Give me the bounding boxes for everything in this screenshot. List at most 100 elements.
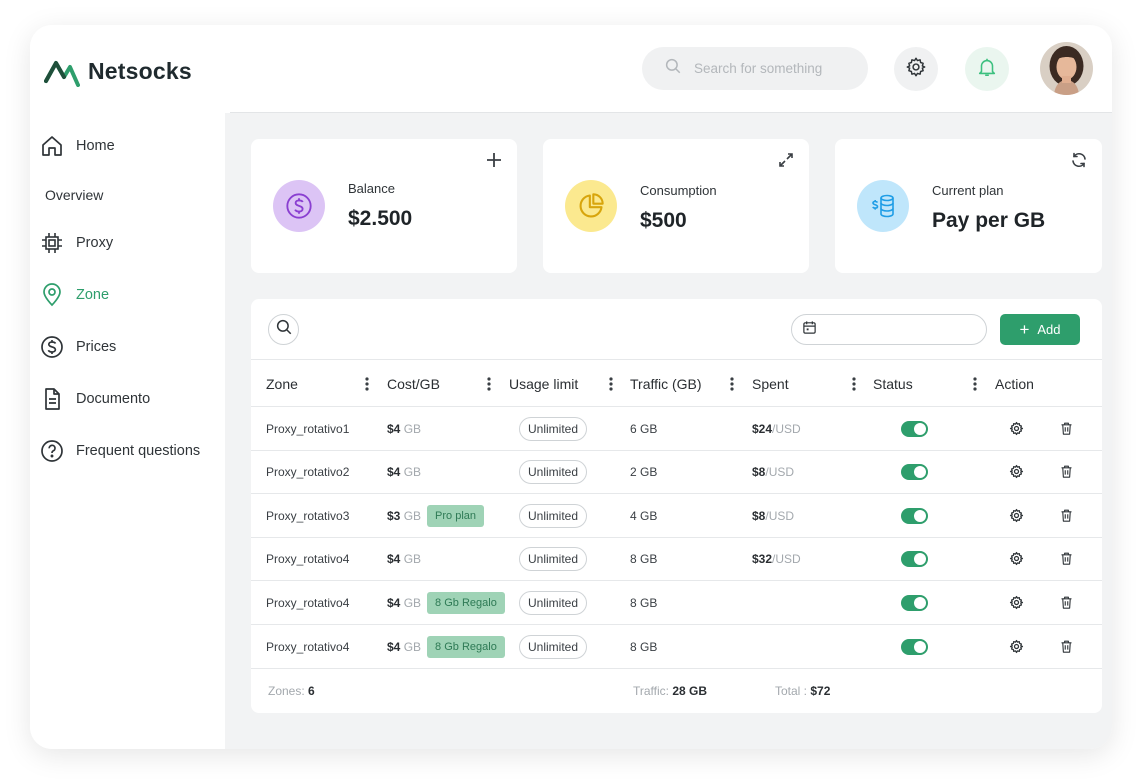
column-header-zone[interactable]: Zone xyxy=(266,360,298,407)
plan-value: Pay per GB xyxy=(932,209,1046,232)
zones-table-panel: + Add Zone Cost/GB Usage limit Traffic (… xyxy=(251,299,1102,713)
zones-count-value: 6 xyxy=(308,683,315,698)
consumption-card: Consumption $500 xyxy=(543,139,809,273)
cost-value: $4 xyxy=(387,551,401,566)
sidebar-item-faq[interactable]: Frequent questions xyxy=(40,439,200,463)
add-zone-button[interactable]: + Add xyxy=(1000,314,1080,345)
usage-limit-cell: Unlimited xyxy=(519,494,588,537)
trash-icon[interactable] xyxy=(1057,463,1075,481)
dollar-circle-icon xyxy=(40,335,64,359)
sidebar-item-label: Zone xyxy=(76,287,110,303)
sidebar-item-label: Frequent questions xyxy=(76,443,201,459)
cost-value: $4 xyxy=(387,464,401,479)
status-toggle[interactable] xyxy=(901,507,928,524)
question-circle-icon xyxy=(40,439,64,463)
table-row[interactable]: Proxy_rotativo3 $3 GB Pro plan Unlimited 4 G… xyxy=(251,494,1102,538)
spent-value: $32 xyxy=(752,551,773,566)
spent-unit: /USD xyxy=(772,421,801,436)
sidebar-item-proxy[interactable]: Proxy xyxy=(40,231,113,255)
status-toggle[interactable] xyxy=(901,463,928,480)
sidebar-item-label: Proxy xyxy=(76,235,114,251)
usage-limit-pill: Unlimited xyxy=(519,634,588,659)
spent-value: $8 xyxy=(752,464,766,479)
usage-limit-cell: Unlimited xyxy=(519,450,588,493)
sidebar-item-prices[interactable]: Prices xyxy=(40,335,116,359)
zones-count: Zones: 6 xyxy=(268,669,315,712)
status-toggle[interactable] xyxy=(901,550,928,567)
search-input[interactable] xyxy=(694,61,854,76)
traffic-value: 8 GB xyxy=(630,551,658,566)
avatar[interactable] xyxy=(1040,42,1093,95)
trash-icon[interactable] xyxy=(1057,550,1075,568)
add-balance-button[interactable] xyxy=(483,151,505,173)
trash-icon[interactable] xyxy=(1057,594,1075,612)
table-row[interactable]: Proxy_rotativo4 $4 GB 8 Gb Regalo Unlimited… xyxy=(251,625,1102,669)
refresh-button[interactable] xyxy=(1068,151,1090,173)
plan-tag: 8 Gb Regalo xyxy=(427,591,505,614)
expand-button[interactable] xyxy=(775,151,797,173)
column-menu-icon[interactable] xyxy=(486,360,492,407)
table-row[interactable]: Proxy_rotativo1 $4 GB Unlimited 6 GB $24/USD xyxy=(251,407,1102,451)
column-menu-icon[interactable] xyxy=(608,360,614,407)
traffic-value: 8 GB xyxy=(630,639,658,654)
table-search-button[interactable] xyxy=(268,314,299,345)
coins-stack-icon xyxy=(857,180,909,232)
status-toggle[interactable] xyxy=(901,594,928,611)
pie-chart-icon xyxy=(565,180,617,232)
column-header-traffic[interactable]: Traffic (GB) xyxy=(630,360,702,407)
column-header-action[interactable]: Action xyxy=(995,360,1034,407)
zone-name: Proxy_rotativo2 xyxy=(266,464,350,479)
column-header-cost[interactable]: Cost/GB xyxy=(387,360,440,407)
status-toggle[interactable] xyxy=(901,420,928,437)
trash-icon[interactable] xyxy=(1057,420,1075,438)
search-bar[interactable] xyxy=(642,47,868,90)
column-header-spent[interactable]: Spent xyxy=(752,360,789,407)
action-cell xyxy=(1007,537,1025,580)
sidebar-item-zone[interactable]: Zone xyxy=(40,283,109,307)
column-menu-icon[interactable] xyxy=(364,360,370,407)
traffic-value: 8 GB xyxy=(630,595,658,610)
traffic-total-label: Traffic: xyxy=(633,683,670,698)
calendar-icon xyxy=(802,320,817,340)
gear-icon[interactable] xyxy=(1007,594,1025,612)
plus-icon xyxy=(485,151,503,174)
column-menu-icon[interactable] xyxy=(729,360,735,407)
table-row[interactable]: Proxy_rotativo4 $4 GB 8 Gb Regalo Unlimited… xyxy=(251,581,1102,625)
gear-icon[interactable] xyxy=(1007,463,1025,481)
date-filter-input[interactable] xyxy=(791,314,987,345)
gear-icon[interactable] xyxy=(1007,550,1025,568)
usage-limit-cell: Unlimited xyxy=(519,581,588,624)
plan-card: Current plan Pay per GB xyxy=(835,139,1102,273)
logo[interactable]: Netsocks xyxy=(44,55,192,87)
gear-icon[interactable] xyxy=(1007,638,1025,656)
spent-value: $8 xyxy=(752,508,766,523)
trash-icon[interactable] xyxy=(1057,638,1075,656)
spent-total-label: Total : xyxy=(775,683,808,698)
sidebar-item-overview[interactable]: Overview xyxy=(45,187,103,203)
gear-icon[interactable] xyxy=(1007,420,1025,438)
column-menu-icon[interactable] xyxy=(851,360,857,407)
column-menu-icon[interactable] xyxy=(972,360,978,407)
balance-card: Balance $2.500 xyxy=(251,139,517,273)
settings-button[interactable] xyxy=(894,47,938,91)
map-pin-icon xyxy=(40,283,64,307)
sidebar-item-documento[interactable]: Documento xyxy=(40,387,150,411)
sidebar-item-label: Home xyxy=(76,138,115,154)
column-header-usage-limit[interactable]: Usage limit xyxy=(509,360,578,407)
gear-icon[interactable] xyxy=(1007,507,1025,525)
trash-icon[interactable] xyxy=(1057,507,1075,525)
status-toggle[interactable] xyxy=(901,638,928,655)
status-cell xyxy=(901,407,928,450)
cost-value: $4 xyxy=(387,595,401,610)
cost-unit: GB xyxy=(403,421,422,436)
cost-value: $4 xyxy=(387,421,401,436)
spent-total-value: $72 xyxy=(810,683,831,698)
table-row[interactable]: Proxy_rotativo4 $4 GB Unlimited 8 GB $32/USD xyxy=(251,537,1102,581)
balance-value: $2.500 xyxy=(348,207,413,230)
sidebar-item-home[interactable]: Home xyxy=(40,134,115,158)
column-header-status[interactable]: Status xyxy=(873,360,913,407)
plan-tag: 8 Gb Regalo xyxy=(427,635,505,658)
cost-cell: $4 GB xyxy=(387,450,421,493)
table-row[interactable]: Proxy_rotativo2 $4 GB Unlimited 2 GB $8/USD xyxy=(251,450,1102,494)
notifications-button[interactable] xyxy=(965,47,1009,91)
